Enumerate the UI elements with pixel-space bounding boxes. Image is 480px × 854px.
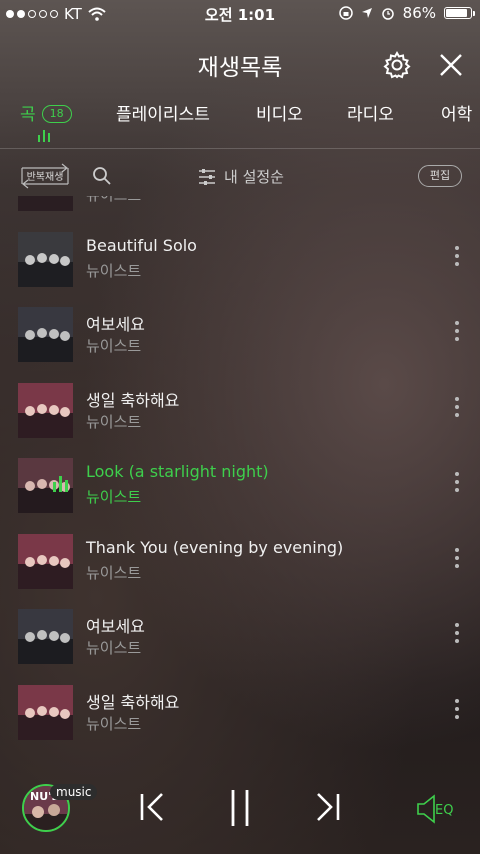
list-toolbar: 반복재생 내 설정순 편집 — [0, 158, 480, 194]
rotation-lock-icon — [338, 6, 353, 20]
track-row[interactable]: Thank You (evening by evening) 뉴이스트 — [0, 533, 480, 609]
pause-icon[interactable] — [228, 788, 252, 828]
search-icon[interactable] — [92, 166, 112, 186]
album-art — [18, 231, 73, 287]
eq-label: EQ — [435, 803, 453, 818]
more-options-icon[interactable] — [452, 396, 462, 423]
location-icon — [361, 8, 372, 18]
battery-icon — [444, 7, 475, 19]
track-row[interactable]: 여보세요뉴이스트 — [0, 609, 480, 684]
track-row[interactable]: Look (a starlight night) 뉴이스트 — [0, 458, 480, 533]
track-title: 여보세요 — [86, 315, 145, 334]
next-icon[interactable] — [312, 790, 342, 824]
album-art — [18, 609, 73, 664]
more-options-icon[interactable] — [452, 472, 462, 498]
track-artist: 뉴이스트 — [86, 196, 141, 205]
tab-video[interactable]: 비디오 — [256, 100, 303, 125]
track-title: Thank You (evening by evening) — [86, 537, 344, 557]
track-title: 생일 축하해요 — [86, 390, 180, 410]
status-bar: KT 오전 1:01 86% — [0, 0, 480, 28]
tab-songs-count: 18 — [41, 105, 72, 123]
track-title: Look (a starlight night) — [86, 462, 269, 481]
tab-bar: 곡 18 플레이리스트 비디오 라디오 어학 — [0, 96, 480, 144]
now-playing-indicator — [53, 476, 68, 492]
track-artist: 뉴이스트 — [86, 714, 142, 733]
sliders-icon — [199, 168, 215, 185]
previous-icon[interactable] — [138, 790, 168, 824]
album-art — [18, 684, 73, 740]
eq-button[interactable]: EQ — [416, 792, 460, 826]
tab-playlists[interactable]: 플레이리스트 — [116, 100, 210, 125]
track-row[interactable]: Beautiful Solo 뉴이스트 — [0, 231, 480, 307]
tab-language[interactable]: 어학 — [441, 100, 472, 125]
track-artist: 뉴이스트 — [86, 563, 142, 582]
repeat-button[interactable]: 반복재생 — [18, 162, 72, 190]
album-art — [18, 533, 73, 589]
track-row[interactable]: 여보세요뉴이스트 — [0, 307, 480, 382]
music-badge: music — [50, 784, 98, 800]
album-art — [18, 382, 73, 438]
more-options-icon[interactable] — [452, 623, 462, 649]
more-options-icon[interactable] — [452, 321, 462, 347]
track-artist: 뉴이스트 — [86, 337, 142, 355]
close-icon[interactable] — [436, 50, 466, 80]
track-title: 여보세요 — [86, 617, 145, 636]
track-artist: 뉴이스트 — [86, 639, 142, 657]
tab-songs[interactable]: 곡 18 — [20, 100, 72, 125]
sort-label: 내 설정순 — [224, 168, 284, 186]
track-artist: 뉴이스트 — [86, 488, 142, 506]
tab-active-indicator — [38, 130, 50, 142]
gear-icon[interactable] — [382, 50, 412, 80]
album-art — [18, 458, 73, 513]
more-options-icon[interactable] — [452, 245, 462, 272]
track-row[interactable]: 생일 축하해요뉴이스트 — [0, 382, 480, 458]
track-artist: 뉴이스트 — [86, 261, 142, 280]
track-list: Daybreak (Minhyun&JR)뉴이스트 Beautiful Solo 뉴… — [0, 196, 480, 762]
tab-radio[interactable]: 라디오 — [347, 100, 394, 125]
track-artist: 뉴이스트 — [86, 412, 142, 431]
track-title: 생일 축하해요 — [86, 692, 180, 712]
sort-button[interactable]: 내 설정순 — [198, 166, 284, 187]
repeat-label: 반복재생 — [26, 172, 64, 183]
track-row[interactable]: Daybreak (Minhyun&JR)뉴이스트 — [0, 196, 480, 231]
tab-songs-label: 곡 — [20, 105, 36, 125]
track-title: Beautiful Solo — [86, 235, 197, 255]
header: 재생목록 — [0, 44, 480, 84]
album-art — [18, 307, 73, 362]
status-right: 86% — [338, 4, 475, 22]
tab-divider — [0, 148, 480, 149]
battery-percent: 86% — [402, 4, 436, 22]
speaker-icon: EQ — [417, 794, 453, 824]
edit-button[interactable]: 편집 — [418, 165, 462, 187]
mini-player: NU'EST music EQ — [0, 774, 480, 854]
more-options-icon[interactable] — [452, 547, 462, 574]
alarm-icon — [381, 8, 394, 20]
track-row[interactable]: 생일 축하해요뉴이스트 — [0, 684, 480, 760]
album-art — [18, 196, 73, 211]
more-options-icon[interactable] — [452, 698, 462, 725]
